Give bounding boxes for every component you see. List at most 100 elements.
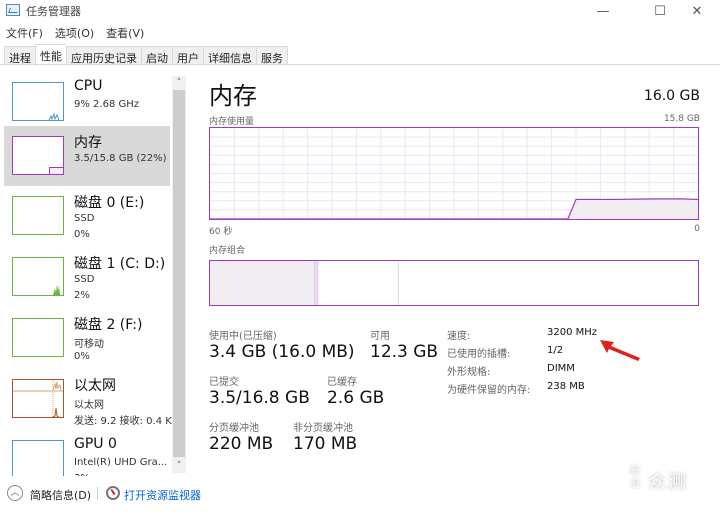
watermark-big-text: 众测 [648,472,688,493]
form-factor-value: DIMM [547,363,575,374]
resource-sidebar: CPU 9% 2.68 GHz 内存 3.5/15.8 GB (22%) 磁盘 … [0,66,172,476]
tab-details[interactable]: 详细信息 [203,46,256,65]
ethernet-thumbnail-graph [12,379,64,418]
slots-used-value: 1/2 [547,345,564,356]
sidebar-item-name: 以太网 [74,378,116,394]
form-factor-label: 外形规格: [447,367,491,378]
cached-value: 2.6 GB [327,388,385,408]
scroll-up-arrow-icon[interactable]: ˄ [172,76,186,90]
total-memory: 16.0 GB [643,88,700,104]
memory-usage-chart [210,128,698,219]
tab-bar: 进程 性能 应用历史记录 启动 用户 详细信息 服务 [4,44,288,66]
menu-file[interactable]: 文件(F) [0,23,49,41]
resource-monitor-icon [106,486,120,500]
sidebar-item-name: 磁盘 2 (F:) [74,317,143,333]
scroll-down-arrow-icon[interactable]: ˅ [172,459,186,473]
sidebar-item-name: CPU [74,78,103,94]
nonpaged-pool-value: 170 MB [293,434,358,454]
scroll-thumb[interactable] [173,90,185,457]
available-label: 可用 [370,331,390,342]
sidebar-item-detail: SSD [74,274,95,285]
sidebar-item-cpu[interactable]: CPU 9% 2.68 GHz [4,72,170,132]
tabs-divider [0,64,720,65]
fewer-details-button[interactable]: 简略信息(D) [30,487,91,503]
composition-free [398,261,698,305]
sidebar-item-throughput: 发送: 9.2 接收: 0.4 K [74,416,172,427]
slots-used-label: 已使用的插槽: [447,349,511,360]
sidebar-item-memory[interactable]: 内存 3.5/15.8 GB (22%) [4,126,170,186]
nonpaged-pool-label: 非分页缓冲池 [293,423,353,434]
sidebar-item-detail: 3.5/15.8 GB (22%) [74,153,167,164]
sidebar-item-detail: 9% 2.68 GHz [74,99,140,110]
menu-options[interactable]: 选项(O) [49,23,100,41]
close-button[interactable]: ✕ [674,0,720,22]
paged-pool-label: 分页缓冲池 [209,423,259,434]
sidebar-item-name: GPU 0 [74,436,117,452]
page-title: 内存 [209,82,257,110]
usage-graph-max: 15.8 GB [663,114,700,124]
task-manager-icon [6,4,20,16]
tab-users[interactable]: 用户 [172,46,203,65]
tab-app-history[interactable]: 应用历史记录 [66,46,141,65]
sidebar-item-name: 内存 [74,135,102,151]
disk-thumbnail-graph [12,318,64,357]
sidebar-item-detail: 以太网 [74,400,104,411]
gpu-thumbnail-graph [12,440,64,476]
axis-right-label: 0 [694,224,700,234]
hardware-reserved-value: 238 MB [547,381,585,392]
sidebar-scrollbar[interactable]: ˄ ˅ [172,76,186,473]
sidebar-item-usage: 3% [74,473,90,476]
sidebar-item-disk-0[interactable]: 磁盘 0 (E:) SSD 0% [4,186,170,246]
composition-in-use [210,261,316,305]
composition-standby [318,261,399,305]
sidebar-item-detail: Intel(R) UHD Gra... [74,457,168,468]
tab-services[interactable]: 服务 [256,46,288,65]
committed-label: 已提交 [209,377,239,388]
committed-value: 3.5/16.8 GB [209,388,310,408]
in-use-value: 3.4 GB (16.0 MB) [209,342,355,362]
window-title: 任务管理器 [26,5,81,18]
available-value: 12.3 GB [370,342,439,362]
minimize-button[interactable]: — [580,0,626,22]
speed-label: 速度: [447,331,471,342]
memory-usage-graph [209,127,699,220]
menu-bar: 文件(F) 选项(O) 查看(V) [0,23,150,41]
watermark-small-text: 新浪 [630,466,640,490]
sidebar-item-gpu[interactable]: GPU 0 Intel(R) UHD Gra... 3% [4,430,170,476]
sidebar-item-disk-2[interactable]: 磁盘 2 (F:) 可移动 0% [4,308,170,368]
open-resource-monitor-link[interactable]: 打开资源监视器 [124,487,201,503]
cpu-thumbnail-graph [12,82,64,121]
collapse-chevron-up-icon[interactable]: ︿ [7,485,23,501]
sidebar-item-usage: 2% [74,290,90,301]
footer-separator [97,487,98,500]
memory-composition-bar [209,260,699,306]
axis-left-label: 60 秒 [209,227,233,237]
usage-graph-label: 内存使用量 [209,117,255,127]
footer-bar: ︿ 简略信息(D) 打开资源监视器 [0,482,720,508]
memory-composition-chart [210,261,698,305]
tab-processes[interactable]: 进程 [4,46,35,65]
tab-startup[interactable]: 启动 [141,46,172,65]
sidebar-item-usage: 0% [74,229,90,240]
disk-thumbnail-graph [12,257,64,296]
sidebar-item-name: 磁盘 0 (E:) [74,195,145,211]
menu-view[interactable]: 查看(V) [100,23,150,41]
cached-label: 已缓存 [327,377,357,388]
sidebar-item-detail: SSD [74,213,95,224]
sidebar-item-ethernet[interactable]: 以太网 以太网 发送: 9.2 接收: 0.4 K [4,369,172,429]
sidebar-item-detail: 可移动 [74,339,104,350]
red-arrow-annotation-icon [600,340,640,361]
sidebar-item-name: 磁盘 1 (C: D:) [74,256,166,272]
composition-label: 内存组合 [209,246,246,256]
disk-thumbnail-graph [12,196,64,235]
hardware-reserved-label: 为硬件保留的内存: [447,385,531,396]
memory-thumbnail-graph [12,136,64,175]
paged-pool-value: 220 MB [209,434,274,454]
tab-performance[interactable]: 性能 [35,44,66,66]
speed-value: 3200 MHz [547,327,598,338]
in-use-label: 使用中(已压缩) [209,331,277,342]
memory-detail-panel: 内存 16.0 GB 内存使用量 15.8 GB 60 秒 0 内存组合 使用中… [195,66,720,476]
sidebar-item-disk-1[interactable]: 磁盘 1 (C: D:) SSD 2% [4,247,170,307]
title-bar: 任务管理器 — ☐ ✕ [0,0,720,22]
sidebar-item-usage: 0% [74,351,90,362]
